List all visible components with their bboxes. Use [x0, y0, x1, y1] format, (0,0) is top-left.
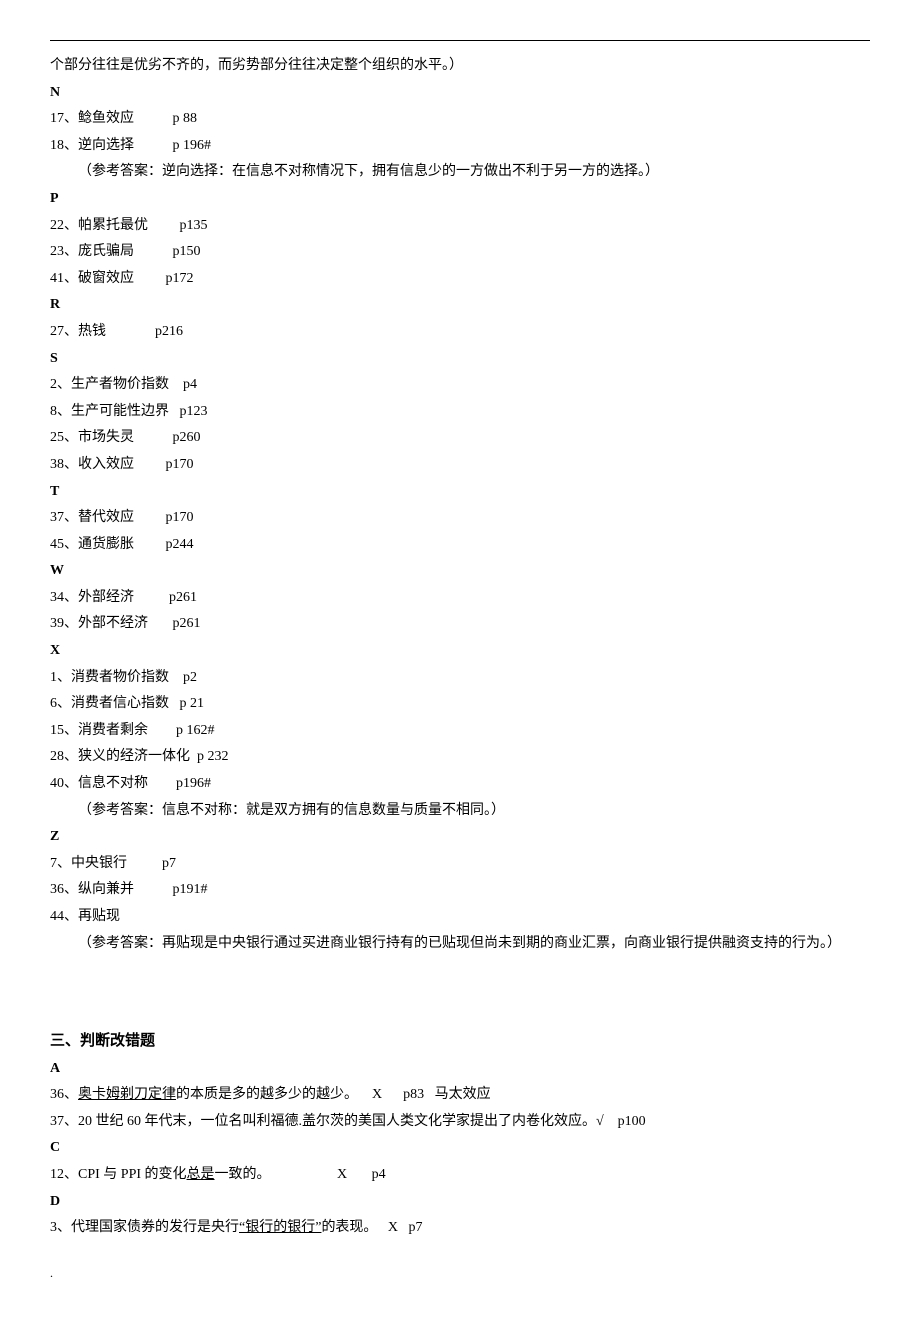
term-line: 39、外部不经济 p261: [50, 611, 870, 638]
term-line: 38、收入效应 p170: [50, 452, 870, 479]
footer-dot: .: [50, 1262, 870, 1285]
term-line: 7、中央银行 p7: [50, 851, 870, 878]
judge-group-letter: C: [50, 1135, 870, 1162]
judge-line: 12、CPI 与 PPI 的变化总是一致的。 X p4: [50, 1162, 870, 1189]
group-letter: N: [50, 80, 870, 107]
judge-post: 的表现。 X p7: [321, 1220, 422, 1235]
continuation-line: 个部分往往是优劣不齐的，而劣势部分往往决定整个组织的水平。）: [50, 53, 870, 80]
judge-underline: “银行的银行”: [239, 1220, 321, 1235]
judge-pre: 36、: [50, 1087, 78, 1102]
term-line: 25、市场失灵 p260: [50, 425, 870, 452]
term-note: （参考答案：逆向选择：在信息不对称情况下，拥有信息少的一方做出不利于另一方的选择…: [50, 159, 870, 186]
term-note: （参考答案：信息不对称：就是双方拥有的信息数量与质量不相同。）: [50, 798, 870, 825]
group-letter: W: [50, 558, 870, 585]
group-letter: X: [50, 638, 870, 665]
term-line: 44、再贴现: [50, 904, 870, 931]
term-line: 27、热钱 p216: [50, 319, 870, 346]
section-gap: [50, 957, 870, 1017]
judge-pre: 37、20 世纪 60 年代末，一位名叫利福德.盖尔茨的美国人类文化学家提出了内…: [50, 1114, 646, 1129]
judge-pre: 3、代理国家债券的发行是央行: [50, 1220, 239, 1235]
term-line: 17、鲶鱼效应 p 88: [50, 106, 870, 133]
term-line: 15、消费者剩余 p 162#: [50, 718, 870, 745]
term-line: 34、外部经济 p261: [50, 585, 870, 612]
top-rule: [50, 40, 870, 41]
judge-post: 一致的。 X p4: [215, 1167, 386, 1182]
term-line: 37、替代效应 p170: [50, 505, 870, 532]
term-line: 28、狭义的经济一体化 p 232: [50, 744, 870, 771]
term-line: 18、逆向选择 p 196#: [50, 133, 870, 160]
term-line: 2、生产者物价指数 p4: [50, 372, 870, 399]
section-3-title: 三、判断改错题: [50, 1027, 870, 1056]
group-letter: T: [50, 479, 870, 506]
judge-underline: 总是: [187, 1167, 215, 1182]
judge-post: 的本质是多的越多少的越少。 X p83 马太效应: [176, 1087, 491, 1102]
judge-underline: 奥卡姆剃刀定律: [78, 1087, 176, 1102]
group-letter: P: [50, 186, 870, 213]
judge-line: 37、20 世纪 60 年代末，一位名叫利福德.盖尔茨的美国人类文化学家提出了内…: [50, 1109, 870, 1136]
term-line: 22、帕累托最优 p135: [50, 213, 870, 240]
term-line: 41、破窗效应 p172: [50, 266, 870, 293]
term-line: 36、纵向兼并 p191#: [50, 877, 870, 904]
group-letter: S: [50, 346, 870, 373]
group-letter: R: [50, 292, 870, 319]
term-groups: N17、鲶鱼效应 p 8818、逆向选择 p 196#（参考答案：逆向选择：在信…: [50, 80, 870, 958]
judge-line: 3、代理国家债券的发行是央行“银行的银行”的表现。 X p7: [50, 1215, 870, 1242]
group-letter: Z: [50, 824, 870, 851]
judge-group-letter: A: [50, 1056, 870, 1083]
judge-pre: 12、CPI 与 PPI 的变化: [50, 1167, 187, 1182]
judge-groups: A36、奥卡姆剃刀定律的本质是多的越多少的越少。 X p83 马太效应37、20…: [50, 1056, 870, 1242]
judge-line: 36、奥卡姆剃刀定律的本质是多的越多少的越少。 X p83 马太效应: [50, 1082, 870, 1109]
term-line: 23、庞氏骗局 p150: [50, 239, 870, 266]
term-line: 40、信息不对称 p196#: [50, 771, 870, 798]
term-note: （参考答案：再贴现是中央银行通过买进商业银行持有的已贴现但尚未到期的商业汇票，向…: [50, 931, 870, 958]
term-line: 6、消费者信心指数 p 21: [50, 691, 870, 718]
judge-group-letter: D: [50, 1189, 870, 1216]
term-line: 8、生产可能性边界 p123: [50, 399, 870, 426]
term-line: 1、消费者物价指数 p2: [50, 665, 870, 692]
term-line: 45、通货膨胀 p244: [50, 532, 870, 559]
